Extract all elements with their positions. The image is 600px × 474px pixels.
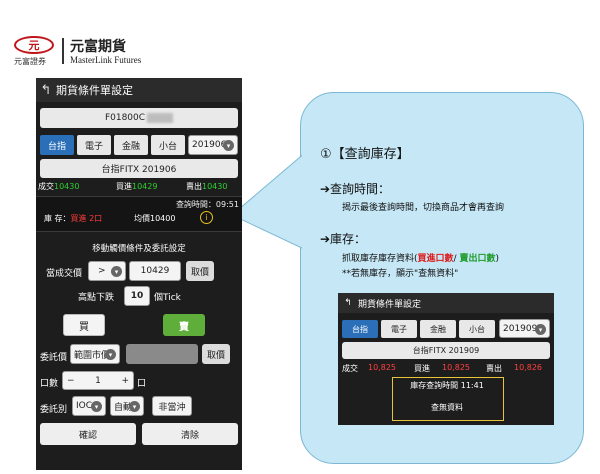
company-logo: 元 元富證券 元富期貨 MasterLink Futures xyxy=(14,36,184,68)
entrust-fetch-button[interactable]: 取價 xyxy=(202,344,230,364)
mini-screenshot: ↰ 期貨條件單設定 台指 電子 金融 小台 201909 ▾ 台指FITX 201… xyxy=(338,293,554,425)
info-icon[interactable]: i xyxy=(200,211,213,224)
buy-button[interactable]: 買 xyxy=(63,314,105,336)
inventory-panel: 查詢時間：09:51 庫 存：買進 2口 均價10400 i xyxy=(36,196,242,232)
trigger-price-input[interactable]: 10429 xyxy=(129,261,181,281)
mini-quote-row: 成交 10,825 買進 10,825 賣出 10,826 xyxy=(342,363,542,373)
phone-screen: ↰ 期貨條件單設定 F01800C 台指 電子 金融 小台 201906 ▾ 台指… xyxy=(36,78,242,470)
clear-button[interactable]: 清除 xyxy=(142,423,238,445)
account-select[interactable]: F01800C xyxy=(40,108,238,128)
auto-select[interactable]: 自動 ▾ xyxy=(110,396,144,416)
mini-tabs: 台指 電子 金融 小台 xyxy=(342,320,495,338)
section-title: 移動觸價條件及委託設定 xyxy=(92,244,186,254)
mini-tab-electronics: 電子 xyxy=(381,320,417,338)
mini-inventory-box: 庫存查詢時間 11:41 查無資料 xyxy=(392,377,504,421)
mini-title-bar: ↰ 期貨條件單設定 xyxy=(338,293,554,313)
chevron-down-icon: ▾ xyxy=(535,324,546,335)
back-arrow-icon: ↰ xyxy=(344,298,352,308)
trigger-label: 當成交價 xyxy=(46,269,83,279)
chevron-down-icon: ▾ xyxy=(223,140,234,151)
callout-heading-time: ➔查詢時間： xyxy=(320,182,391,196)
ioc-select[interactable]: IOC ▾ xyxy=(72,396,106,416)
quantity-label: 口數 xyxy=(40,379,59,389)
slide: 元 元富證券 元富期貨 MasterLink Futures ①【查詢庫存】 ➔… xyxy=(0,0,600,474)
month-select[interactable]: 201906 ▾ xyxy=(188,135,238,155)
product-name[interactable]: 台指FITX 201906 xyxy=(40,159,238,178)
logo-divider xyxy=(62,38,64,64)
logo-name: 元富期貨 xyxy=(70,39,126,55)
mini-tab-finance: 金融 xyxy=(420,320,456,338)
logo-sub: 元富證券 xyxy=(14,57,46,66)
minus-icon[interactable]: − xyxy=(67,376,75,386)
confirm-button[interactable]: 確認 xyxy=(40,423,136,445)
entrust-price-select[interactable]: 範圍市價 ▾ xyxy=(70,344,120,364)
quote-row: 成交10430 買進10429 賣出10430 xyxy=(38,182,228,191)
callout-title: ①【查詢庫存】 xyxy=(320,147,410,162)
mini-tab-mini-taiex: 小台 xyxy=(459,320,495,338)
mini-title: 期貨條件單設定 xyxy=(358,299,422,310)
tab-finance[interactable]: 金融 xyxy=(114,135,148,155)
non-day-trade-button[interactable]: 非當沖 xyxy=(152,396,192,416)
mini-month-select: 201909 ▾ xyxy=(499,319,550,338)
entrust-price-input[interactable] xyxy=(126,344,198,364)
mini-tab-taiex: 台指 xyxy=(342,320,378,338)
chevron-down-icon: ▾ xyxy=(111,266,122,277)
callout-text-time: 揭示最後查詢時間，切換商品才會再查詢 xyxy=(342,203,505,213)
title-bar: ↰ 期貨條件單設定 xyxy=(36,78,242,102)
chevron-down-icon: ▾ xyxy=(105,349,116,360)
fetch-price-button[interactable]: 取價 xyxy=(186,261,214,281)
inventory-query-time: 查詢時間：09:51 xyxy=(175,200,239,209)
chevron-down-icon: ▾ xyxy=(91,401,102,412)
back-arrow-icon[interactable]: ↰ xyxy=(36,83,56,98)
tick-input[interactable]: 10 xyxy=(124,286,150,306)
inventory-row: 庫 存：買進 2口 xyxy=(44,214,103,223)
inventory-average: 均價10400 xyxy=(134,214,176,223)
tick-unit: 個Tick xyxy=(154,293,181,303)
mini-inventory-time: 庫存查詢時間 11:41 xyxy=(410,381,484,390)
sell-button[interactable]: 賣 xyxy=(163,314,205,336)
operator-select[interactable]: > ▾ xyxy=(88,261,126,281)
mini-product: 台指FITX 201909 xyxy=(342,342,550,359)
product-tabs: 台指 電子 金融 小台 xyxy=(40,135,185,155)
callout-heading-inventory: ➔庫存： xyxy=(320,232,367,246)
order-type-label: 委託別 xyxy=(40,405,68,415)
tab-electronics[interactable]: 電子 xyxy=(77,135,111,155)
mini-inventory-none: 查無資料 xyxy=(431,403,463,412)
callout-text-inventory: 抓取庫存庫存資料(買進口數/ 賣出口數) xyxy=(342,254,499,264)
tab-mini-taiex[interactable]: 小台 xyxy=(151,135,185,155)
quantity-unit: 口 xyxy=(137,379,147,389)
logo-mark: 元 xyxy=(14,36,54,54)
tab-taiex[interactable]: 台指 xyxy=(40,135,74,155)
high-drop-label: 高點下跌 xyxy=(78,293,115,303)
quantity-value: 1 xyxy=(95,375,101,386)
quantity-stepper[interactable]: − 1 + xyxy=(62,371,134,390)
masked-account xyxy=(147,113,174,123)
page-title: 期貨條件單設定 xyxy=(56,84,133,97)
logo-english: MasterLink Futures xyxy=(70,55,142,65)
plus-icon[interactable]: + xyxy=(121,376,129,386)
entrust-price-label: 委託價 xyxy=(40,353,68,363)
chevron-down-icon: ▾ xyxy=(129,401,140,412)
callout-text-no-data: **若無庫存，顯示"查無資料" xyxy=(342,269,459,279)
